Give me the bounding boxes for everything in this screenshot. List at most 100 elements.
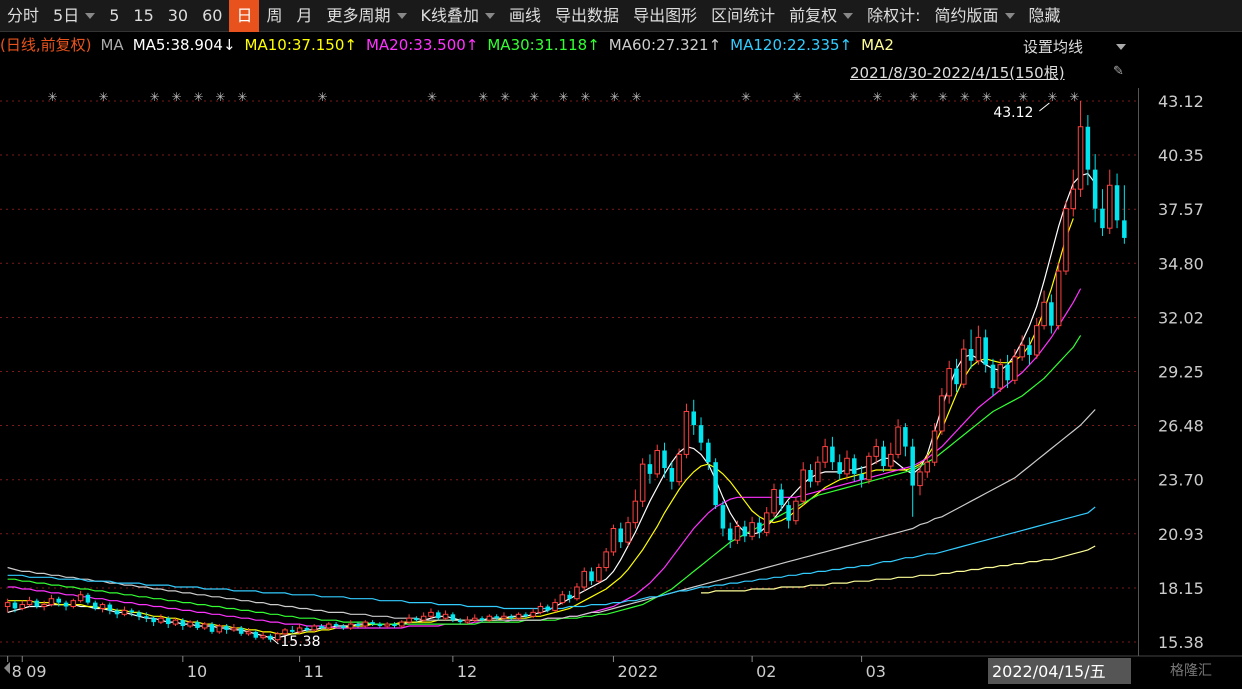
candle-body bbox=[370, 622, 375, 625]
x-tick-label: 02 bbox=[756, 662, 776, 681]
candle-body bbox=[844, 457, 850, 475]
y-tick-label: 37.57 bbox=[1158, 200, 1204, 219]
candle-body bbox=[158, 617, 164, 623]
event-marker-icon: ✳ bbox=[909, 90, 919, 104]
candle-body bbox=[436, 612, 441, 619]
candle-body bbox=[63, 602, 69, 607]
candle-body bbox=[70, 600, 77, 608]
candle-body bbox=[472, 617, 478, 621]
candle-body bbox=[1085, 126, 1091, 170]
candle-body bbox=[763, 512, 770, 533]
candle-body bbox=[793, 500, 799, 522]
candle-body bbox=[742, 526, 748, 537]
ma-line-ma120 bbox=[7, 506, 1096, 610]
candle-body bbox=[698, 425, 704, 443]
candle-body bbox=[1012, 356, 1018, 381]
candle-body bbox=[420, 615, 427, 621]
candle-body bbox=[501, 615, 507, 619]
ma-line-ma5 bbox=[7, 172, 1096, 639]
candle-body bbox=[165, 618, 171, 625]
event-marker-icon: ✳ bbox=[427, 90, 437, 104]
candle-body bbox=[333, 624, 339, 627]
candlestick-chart: 43.12 40.35 37.57 34.80 32.02 29.25 26.48 23.70… bbox=[0, 90, 1242, 684]
candle-body bbox=[1070, 188, 1077, 210]
candle-body bbox=[4, 602, 11, 608]
ma-line-ma10 bbox=[7, 218, 1074, 635]
candle-body bbox=[1041, 301, 1047, 327]
candle-body bbox=[939, 395, 945, 432]
candle-body bbox=[99, 604, 106, 609]
candle-body bbox=[1063, 208, 1069, 272]
candle-body bbox=[632, 500, 639, 524]
candle-body bbox=[355, 624, 361, 627]
candle-body bbox=[757, 522, 762, 533]
candle-body bbox=[48, 598, 55, 606]
candle-body bbox=[924, 461, 931, 473]
candle-body bbox=[574, 586, 580, 600]
candle-body bbox=[1034, 325, 1040, 356]
candle-body bbox=[888, 453, 894, 467]
x-tick-label: 12 bbox=[457, 662, 477, 681]
y-tick-label: 32.02 bbox=[1158, 308, 1204, 327]
candle-body bbox=[691, 411, 696, 426]
candle-body bbox=[581, 570, 588, 588]
candle-body bbox=[224, 626, 229, 630]
candle-body bbox=[946, 368, 952, 397]
y-tick-label: 43.12 bbox=[1158, 92, 1204, 111]
candle-body bbox=[508, 616, 514, 619]
candle-body bbox=[56, 598, 62, 603]
candle-body bbox=[734, 526, 741, 541]
candle-body bbox=[85, 594, 91, 603]
candle-body bbox=[881, 446, 886, 467]
candle-body bbox=[530, 611, 536, 617]
candle-body bbox=[917, 471, 923, 487]
event-marker-icon: ✳ bbox=[237, 90, 247, 104]
candle-body bbox=[1106, 184, 1113, 229]
y-tick-label: 26.48 bbox=[1158, 417, 1204, 436]
candle-body bbox=[910, 446, 915, 486]
candle-body bbox=[231, 627, 237, 631]
candle-body bbox=[290, 629, 295, 632]
event-marker-icon: ✳ bbox=[982, 90, 992, 104]
candle-body bbox=[808, 469, 813, 482]
candle-body bbox=[238, 627, 244, 634]
candle-body bbox=[713, 462, 718, 506]
candle-body bbox=[253, 631, 259, 638]
candle-body bbox=[895, 426, 901, 455]
event-marker-icon: ✳ bbox=[1018, 90, 1028, 104]
candle-body bbox=[830, 446, 835, 463]
x-tick-label: 2022/04/15/五 bbox=[992, 662, 1106, 681]
candle-body bbox=[107, 604, 113, 611]
candle-body bbox=[260, 635, 266, 639]
event-marker-icon: ✳ bbox=[215, 90, 225, 104]
event-marker-icon: ✳ bbox=[500, 90, 510, 104]
candle-body bbox=[852, 458, 857, 474]
y-tick-label: 29.25 bbox=[1158, 363, 1204, 382]
candle-body bbox=[274, 633, 281, 641]
event-marker-icon: ✳ bbox=[99, 90, 109, 104]
scroll-left-icon bbox=[4, 662, 10, 674]
candle-body bbox=[961, 348, 967, 385]
candle-body bbox=[296, 627, 303, 633]
event-marker-icon: ✳ bbox=[872, 90, 882, 104]
candle-body bbox=[121, 609, 128, 615]
candle-body bbox=[245, 631, 252, 635]
event-marker-icon: ✳ bbox=[1069, 90, 1079, 104]
candle-body bbox=[683, 410, 690, 455]
candle-body bbox=[800, 469, 806, 502]
candle-body bbox=[414, 618, 419, 621]
candle-body bbox=[786, 505, 791, 521]
event-marker-icon: ✳ bbox=[631, 90, 641, 104]
price-annotation: 43.12 bbox=[993, 105, 1033, 121]
event-marker-icon: ✳ bbox=[960, 90, 970, 104]
candle-body bbox=[311, 625, 317, 631]
candle-body bbox=[151, 618, 156, 623]
candle-body bbox=[26, 600, 33, 606]
event-marker-icon: ✳ bbox=[741, 90, 751, 104]
candle-body bbox=[931, 430, 938, 463]
x-tick-label: 2022 bbox=[617, 662, 658, 681]
candle-body bbox=[983, 337, 988, 365]
candle-body bbox=[187, 621, 193, 627]
candle-body bbox=[494, 616, 499, 619]
candle-body bbox=[771, 488, 777, 514]
